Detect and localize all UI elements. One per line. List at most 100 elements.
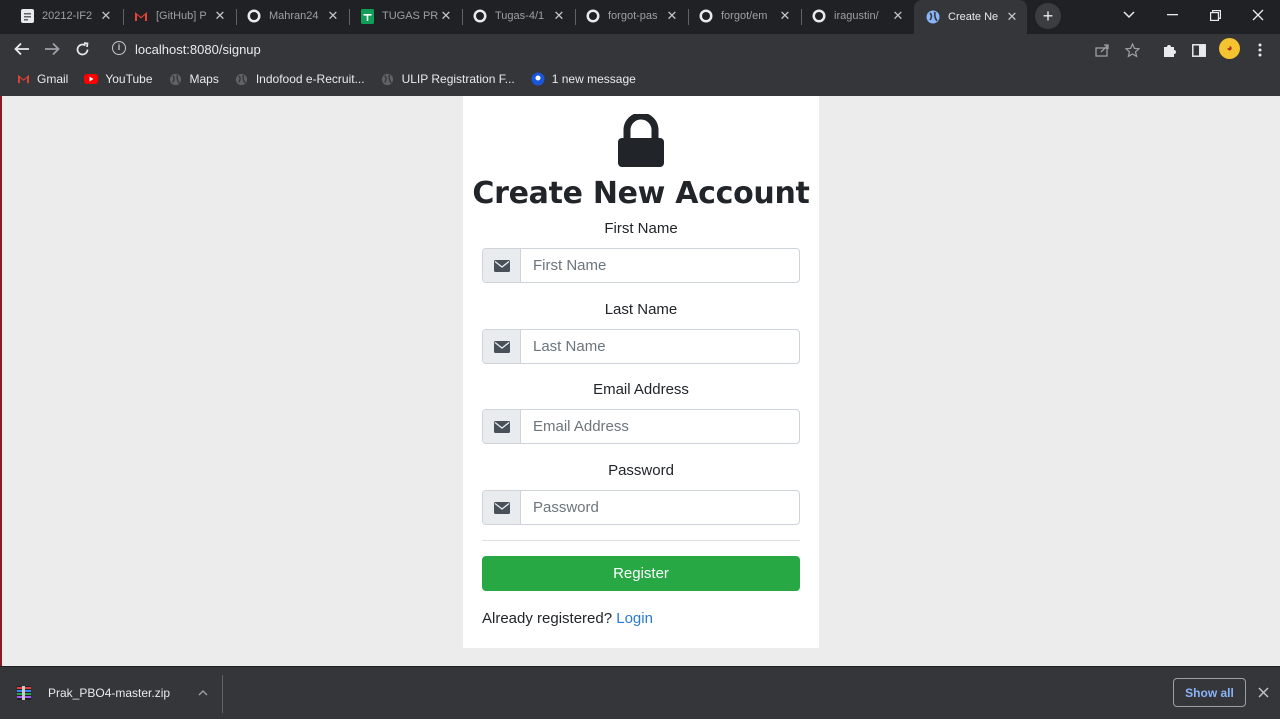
close-icon[interactable] (1253, 682, 1273, 702)
last-name-label: Last Name (604, 301, 678, 318)
address-bar[interactable]: i localhost:8080/signup (104, 36, 1156, 62)
bookmark-youtube[interactable]: YouTube (84, 72, 153, 86)
close-icon[interactable]: ✕ (1005, 9, 1019, 25)
bookmark-gmail[interactable]: Gmail (16, 72, 68, 86)
tab-title: [GitHub] P (156, 10, 207, 22)
bookmark-label: Maps (189, 72, 219, 86)
minimize-button[interactable] (1157, 0, 1187, 30)
close-icon[interactable]: ✕ (213, 8, 227, 24)
first-name-field (482, 248, 800, 283)
bookmark-message[interactable]: 1 new message (531, 72, 636, 86)
tab-8[interactable]: iragustin/ ✕ (800, 2, 913, 30)
first-name-label: First Name (604, 220, 678, 237)
register-button[interactable]: Register (482, 556, 800, 591)
bookmark-label: YouTube (105, 72, 153, 86)
messenger-icon (531, 72, 545, 86)
tab-5[interactable]: Tugas-4/1 ✕ (461, 2, 574, 30)
tab-6[interactable]: forgot-pas ✕ (574, 2, 687, 30)
password-input[interactable] (521, 491, 799, 524)
menu-kebab-icon[interactable] (1251, 41, 1269, 59)
tab-2[interactable]: [GitHub] P ✕ (122, 2, 235, 30)
bookmark-ulip[interactable]: ULIP Registration F... (381, 72, 515, 86)
close-icon[interactable]: ✕ (99, 8, 113, 24)
side-panel-icon[interactable] (1190, 41, 1208, 59)
restore-button[interactable] (1200, 0, 1230, 30)
chevron-up-icon[interactable] (198, 687, 208, 699)
close-icon (1252, 9, 1264, 21)
reload-button[interactable] (71, 38, 93, 60)
tab-3[interactable]: Mahran24 ✕ (235, 2, 348, 30)
close-icon[interactable]: ✕ (326, 8, 340, 24)
bookmark-label: 1 new message (551, 72, 636, 86)
github-icon (812, 9, 826, 23)
star-icon[interactable] (1123, 41, 1141, 59)
download-item[interactable]: Prak_PBO4-master.zip (16, 681, 208, 705)
email-input[interactable] (521, 410, 799, 443)
arrow-right-icon (45, 42, 60, 56)
sheets-icon (360, 8, 374, 24)
profile-avatar[interactable]: ◕ (1219, 38, 1240, 59)
page-title: Create New Account (472, 176, 810, 211)
close-window-button[interactable] (1243, 0, 1273, 30)
download-filename: Prak_PBO4-master.zip (48, 686, 171, 700)
tab-strip: 20212-IF2 ✕ [GitHub] P ✕ Mahran24 ✕ TUGA… (0, 0, 1280, 34)
signup-card: Create New Account First Name Last Name … (463, 96, 819, 648)
envelope-icon (483, 249, 521, 282)
arrow-left-icon (14, 42, 29, 56)
globe-icon (926, 10, 940, 24)
login-prompt: Already registered? Login (482, 610, 653, 627)
info-icon[interactable]: i (112, 41, 126, 55)
back-button[interactable] (11, 38, 33, 60)
globe-icon (169, 72, 183, 86)
browser-toolbar: i localhost:8080/signup (0, 34, 1280, 64)
forward-button[interactable] (41, 38, 63, 60)
close-icon[interactable]: ✕ (891, 8, 905, 24)
bookmarks-bar: Gmail YouTube Maps Indofood e-Recruit...… (0, 66, 1280, 92)
close-icon[interactable]: ✕ (778, 8, 792, 24)
tab-title: Tugas-4/1 (495, 10, 545, 22)
tab-title: forgot/em (721, 10, 768, 22)
tab-9-active[interactable]: Create Ne ✕ (914, 0, 1027, 34)
bookmark-label: ULIP Registration F... (401, 72, 515, 86)
extensions-icon[interactable] (1160, 41, 1178, 59)
close-icon[interactable]: ✕ (552, 8, 566, 24)
divider (482, 540, 800, 541)
login-link[interactable]: Login (616, 610, 653, 627)
last-name-input[interactable] (521, 330, 799, 363)
show-all-button[interactable]: Show all (1173, 678, 1246, 707)
bookmark-indofood[interactable]: Indofood e-Recruit... (235, 72, 365, 86)
document-icon (20, 9, 34, 23)
tab-1[interactable]: 20212-IF2 ✕ (8, 2, 121, 30)
login-prompt-text: Already registered? (482, 610, 613, 627)
tab-4[interactable]: TUGAS PR ✕ (348, 2, 461, 30)
share-icon[interactable] (1093, 41, 1111, 59)
github-icon (586, 9, 600, 23)
password-label: Password (608, 462, 674, 479)
avatar-icon: ◕ (1226, 43, 1233, 54)
youtube-icon (84, 72, 99, 86)
chevron-down-icon (1123, 11, 1135, 19)
tab-7[interactable]: forgot/em ✕ (687, 2, 800, 30)
plus-icon: + (1042, 5, 1054, 26)
bookmark-label: Indofood e-Recruit... (255, 72, 365, 86)
bookmark-maps[interactable]: Maps (169, 72, 219, 86)
tab-title: forgot-pas (608, 10, 658, 22)
close-icon[interactable]: ✕ (665, 8, 679, 24)
close-icon[interactable]: ✕ (439, 8, 453, 24)
restore-icon (1209, 9, 1221, 21)
url-text: localhost:8080/signup (135, 42, 261, 57)
first-name-input[interactable] (521, 249, 799, 282)
bookmark-label: Gmail (37, 72, 69, 86)
tab-title: TUGAS PR (382, 10, 439, 22)
window-edge (0, 96, 2, 666)
email-label: Email Address (593, 381, 689, 398)
lock-icon (616, 112, 666, 168)
new-tab-button[interactable]: + (1035, 3, 1061, 29)
tab-search-button[interactable] (1114, 0, 1144, 30)
tab-title: 20212-IF2 (42, 10, 93, 22)
gmail-icon (16, 72, 30, 86)
shelf-separator (222, 675, 223, 713)
last-name-field (482, 329, 800, 364)
browser-chrome: 20212-IF2 ✕ [GitHub] P ✕ Mahran24 ✕ TUGA… (0, 0, 1280, 96)
tab-title: Mahran24 (269, 10, 319, 22)
